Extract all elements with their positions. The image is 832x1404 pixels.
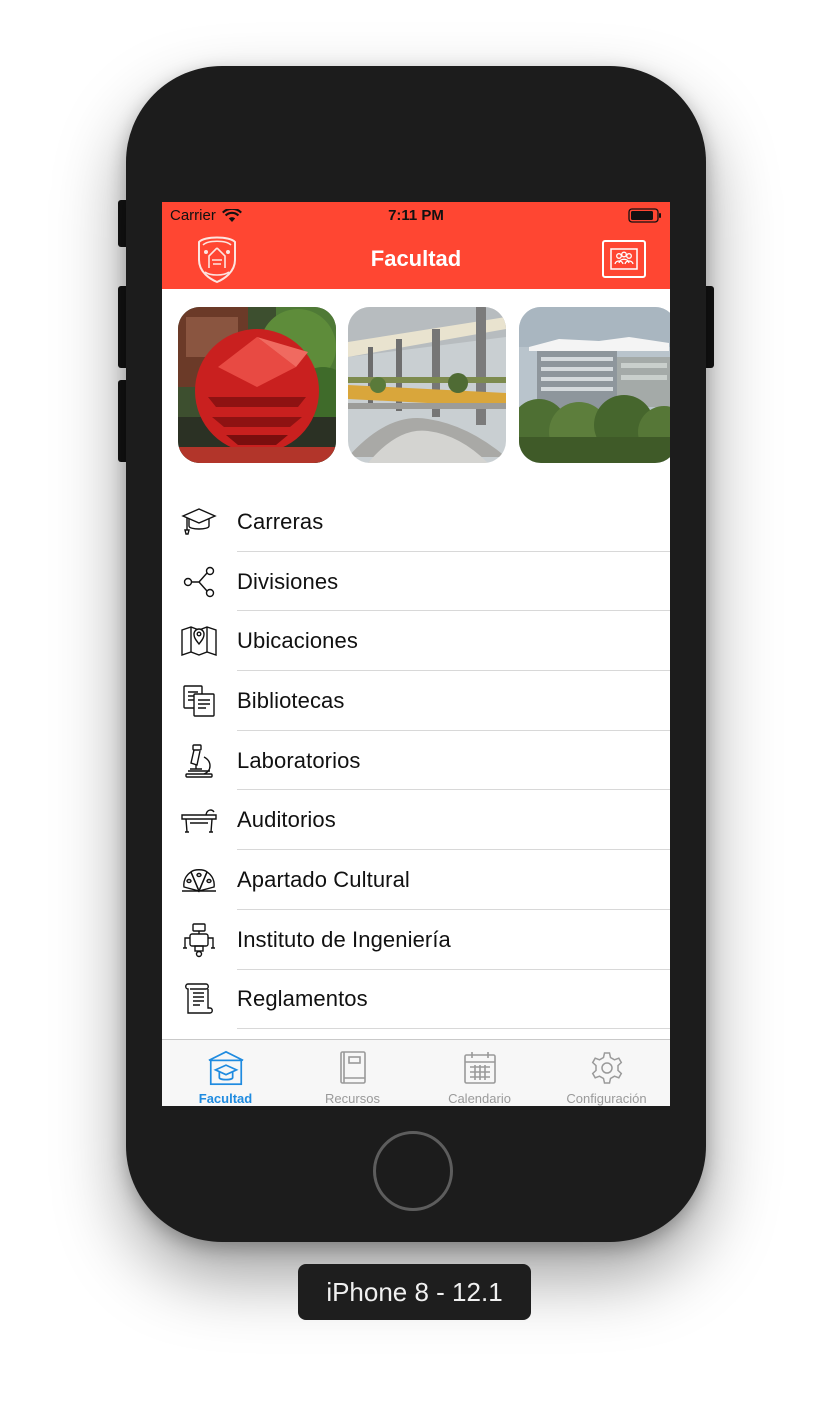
tab-label: Recursos	[325, 1091, 380, 1106]
gear-icon	[587, 1048, 627, 1088]
menu-item-divisiones[interactable]: Divisiones	[162, 552, 670, 612]
campus-building-photo[interactable]	[519, 307, 670, 463]
book-icon	[333, 1048, 373, 1088]
app-screen: Carrier 7:11 PM Facultad Carreras Divisi…	[162, 202, 670, 1106]
tab-calendario[interactable]: Calendario	[416, 1040, 543, 1106]
graduation-cap-icon	[180, 503, 218, 541]
tab-recursos[interactable]: Recursos	[289, 1040, 416, 1106]
menu-item-apartado-cultural[interactable]: Apartado Cultural	[162, 850, 670, 910]
tab-label: Configuración	[566, 1091, 647, 1106]
tab-label: Calendario	[448, 1091, 511, 1106]
photo-gallery[interactable]	[178, 307, 670, 463]
status-time: 7:11 PM	[388, 207, 444, 224]
menu-list: Carreras Divisiones Ubicaciones Bibliote…	[162, 492, 670, 1030]
menu-item-bibliotecas[interactable]: Bibliotecas	[162, 671, 670, 731]
classroom-button[interactable]	[602, 240, 646, 278]
menu-item-label: Reglamentos	[237, 986, 368, 1012]
menu-item-ubicaciones[interactable]: Ubicaciones	[162, 611, 670, 672]
menu-item-label: Auditorios	[237, 807, 336, 833]
menu-item-auditorios[interactable]: Auditorios	[162, 790, 670, 851]
home-button[interactable]	[373, 1131, 453, 1211]
menu-item-reglamentos[interactable]: Reglamentos	[162, 970, 670, 1030]
tab-label: Facultad	[198, 1091, 253, 1106]
books-icon	[180, 682, 218, 720]
status-bar: Carrier 7:11 PM	[162, 202, 670, 230]
menu-item-label: Laboratorios	[237, 747, 361, 773]
microscope-icon	[180, 742, 218, 780]
classroom-icon	[610, 248, 638, 270]
device-label: iPhone 8 - 12.1	[298, 1264, 531, 1320]
red-sculpture-photo[interactable]	[178, 307, 336, 463]
school-icon	[206, 1048, 246, 1088]
tab-configuracion[interactable]: Configuración	[543, 1040, 670, 1106]
nav-bar: Facultad	[162, 230, 670, 289]
bridge-walkway-photo[interactable]	[348, 307, 506, 463]
scroll-icon	[180, 980, 218, 1018]
robot-icon	[180, 921, 218, 959]
menu-item-label: Carreras	[237, 508, 324, 534]
menu-item-laboratorios[interactable]: Laboratorios	[162, 731, 670, 791]
tab-bar: Facultad Recursos Calendario Configuraci…	[162, 1039, 670, 1106]
menu-item-label: Divisiones	[237, 568, 339, 594]
battery-icon	[628, 208, 661, 223]
menu-item-instituto-de-ingenieria[interactable]: Instituto de Ingeniería	[162, 910, 670, 970]
peacock-fan-icon	[180, 861, 218, 899]
menu-item-carreras[interactable]: Carreras	[162, 492, 670, 552]
calendar-icon	[460, 1048, 500, 1088]
lectern-icon	[180, 801, 218, 839]
menu-item-label: Bibliotecas	[237, 687, 345, 713]
menu-item-label: Instituto de Ingeniería	[237, 926, 451, 952]
power-button	[705, 286, 714, 368]
map-pin-icon	[180, 622, 218, 660]
menu-item-label: Ubicaciones	[237, 628, 358, 654]
network-icon	[180, 563, 218, 601]
menu-item-label: Apartado Cultural	[237, 866, 410, 892]
tab-facultad[interactable]: Facultad	[162, 1040, 289, 1106]
nav-title: Facultad	[370, 246, 462, 271]
